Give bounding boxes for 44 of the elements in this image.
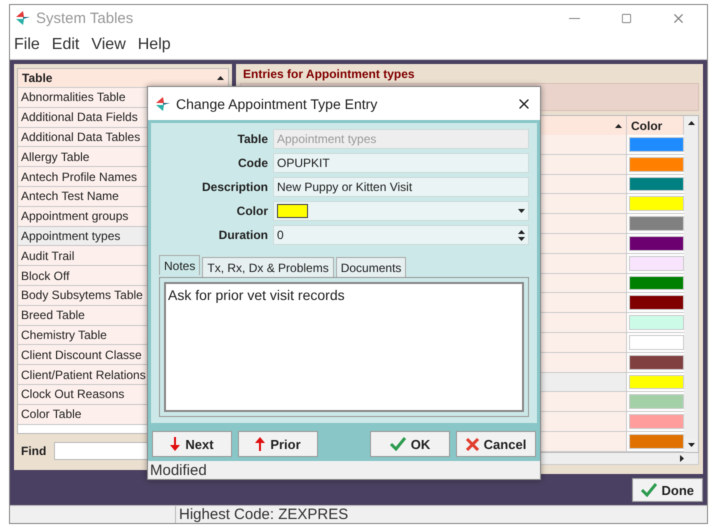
- dropdown-arrow-icon: [518, 209, 525, 213]
- cross-icon: [466, 438, 479, 450]
- tab[interactable]: Notes: [159, 255, 200, 275]
- minimize-icon: [568, 18, 580, 19]
- tab[interactable]: Documents: [336, 257, 406, 277]
- column-header: Table: [22, 71, 52, 85]
- color-dropdown[interactable]: [273, 201, 529, 221]
- up-triangle-icon: [688, 121, 694, 125]
- sort-arrow-icon: [615, 124, 622, 128]
- menu-item[interactable]: Edit: [52, 36, 80, 54]
- right-triangle-icon: [680, 454, 684, 462]
- vertical-scrollbar[interactable]: [684, 116, 698, 452]
- spin-field[interactable]: 0: [273, 225, 529, 245]
- input-field[interactable]: New Puppy or Kitten Visit: [273, 177, 529, 197]
- check-icon: [390, 437, 406, 451]
- field-label: Code: [237, 156, 268, 170]
- input-field[interactable]: OPUPKIT: [273, 153, 529, 173]
- check-icon: [640, 483, 656, 497]
- maximize-icon: [620, 12, 632, 24]
- menu-item[interactable]: File: [14, 36, 40, 54]
- ok-button[interactable]: OK: [370, 431, 450, 457]
- cancel-button[interactable]: Cancel: [456, 431, 536, 457]
- menu-item[interactable]: Help: [138, 36, 171, 54]
- find-label: Find: [21, 444, 46, 458]
- down-triangle-icon: [688, 442, 694, 447]
- entries-title: Entries for Appointment types: [242, 66, 416, 83]
- up-arrow-icon: [255, 437, 266, 451]
- color-column-header[interactable]: Color: [627, 116, 684, 135]
- field-label: Color: [236, 204, 268, 218]
- app-logo-icon: [156, 96, 170, 110]
- dialog-status-bar: Modified: [148, 461, 540, 479]
- notes-text-area[interactable]: Ask for prior vet visit records: [164, 282, 524, 412]
- down-arrow-icon: [170, 437, 180, 451]
- spinner-arrows-icon: [518, 230, 525, 240]
- app-logo-icon: [16, 11, 30, 26]
- field-label: Table: [236, 132, 268, 146]
- next-button[interactable]: Next: [152, 431, 232, 457]
- done-button[interactable]: Done: [632, 478, 703, 502]
- menu-item[interactable]: View: [91, 36, 126, 54]
- prior-button[interactable]: Prior: [238, 431, 318, 457]
- status-bar-text: Highest Code: ZEXPRES: [175, 506, 348, 523]
- tab[interactable]: Tx, Rx, Dx & Problems: [202, 257, 334, 277]
- window-title: System Tables: [36, 10, 134, 27]
- sort-arrow-icon: [217, 76, 224, 80]
